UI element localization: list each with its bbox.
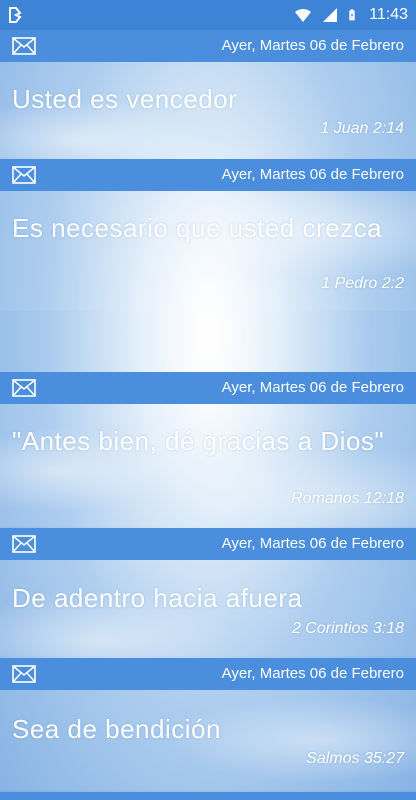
- message-date: Ayer, Martes 06 de Febrero: [221, 535, 404, 552]
- mail-icon: [12, 166, 36, 184]
- message-reference: 1 Pedro 2:2: [321, 275, 404, 292]
- status-time: 11:43: [369, 6, 408, 23]
- message-date: Ayer, Martes 06 de Febrero: [221, 665, 404, 682]
- message-body[interactable]: Usted es vencedor 1 Juan 2:14: [0, 62, 416, 158]
- message-title: Sea de bendición: [12, 714, 221, 744]
- mail-icon: [12, 665, 36, 683]
- message-card[interactable]: Ayer, Martes 06 de Febrero Usted es venc…: [0, 30, 416, 158]
- message-header: Ayer, Martes 06 de Febrero: [0, 658, 416, 690]
- mail-icon: [12, 535, 36, 553]
- message-reference: Salmos 35:27: [306, 750, 404, 767]
- message-card[interactable]: Ayer, Martes 06 de Febrero De adentro ha…: [0, 528, 416, 656]
- next-message-header-partial: [0, 792, 416, 800]
- message-body[interactable]: "Antes bien, dé gracias a Dios" Romanos …: [0, 404, 416, 526]
- cell-signal-icon: [323, 8, 338, 22]
- message-header: Ayer, Martes 06 de Febrero: [0, 528, 416, 560]
- message-reference: Romanos 12:18: [291, 490, 404, 507]
- message-title: "Antes bien, dé gracias a Dios": [12, 426, 385, 456]
- message-card[interactable]: Ayer, Martes 06 de Febrero Sea de bendic…: [0, 658, 416, 790]
- message-body[interactable]: De adentro hacia afuera 2 Corintios 3:18: [0, 560, 416, 656]
- wifi-icon: [295, 8, 312, 22]
- status-bar: 11:43: [0, 0, 416, 30]
- message-title: Es necesario que usted crezca: [12, 213, 383, 243]
- message-header: Ayer, Martes 06 de Febrero: [0, 159, 416, 191]
- message-body[interactable]: Es necesario que usted crezca 1 Pedro 2:…: [0, 191, 416, 311]
- message-date: Ayer, Martes 06 de Febrero: [221, 37, 404, 54]
- message-reference: 1 Juan 2:14: [320, 120, 404, 137]
- mail-icon: [12, 379, 36, 397]
- message-title: Usted es vencedor: [12, 84, 238, 114]
- message-title: De adentro hacia afuera: [12, 583, 303, 613]
- message-date: Ayer, Martes 06 de Febrero: [221, 379, 404, 396]
- message-reference: 2 Corintios 3:18: [291, 620, 404, 637]
- app-notification-icon: [9, 7, 22, 23]
- mail-icon: [12, 37, 36, 55]
- message-header: Ayer, Martes 06 de Febrero: [0, 372, 416, 404]
- message-body[interactable]: Sea de bendición Salmos 35:27: [0, 690, 416, 790]
- message-card[interactable]: Ayer, Martes 06 de Febrero Es necesario …: [0, 159, 416, 311]
- message-header: Ayer, Martes 06 de Febrero: [0, 30, 416, 62]
- message-card[interactable]: Ayer, Martes 06 de Febrero "Antes bien, …: [0, 372, 416, 526]
- battery-charging-icon: [349, 9, 355, 21]
- message-date: Ayer, Martes 06 de Febrero: [221, 166, 404, 183]
